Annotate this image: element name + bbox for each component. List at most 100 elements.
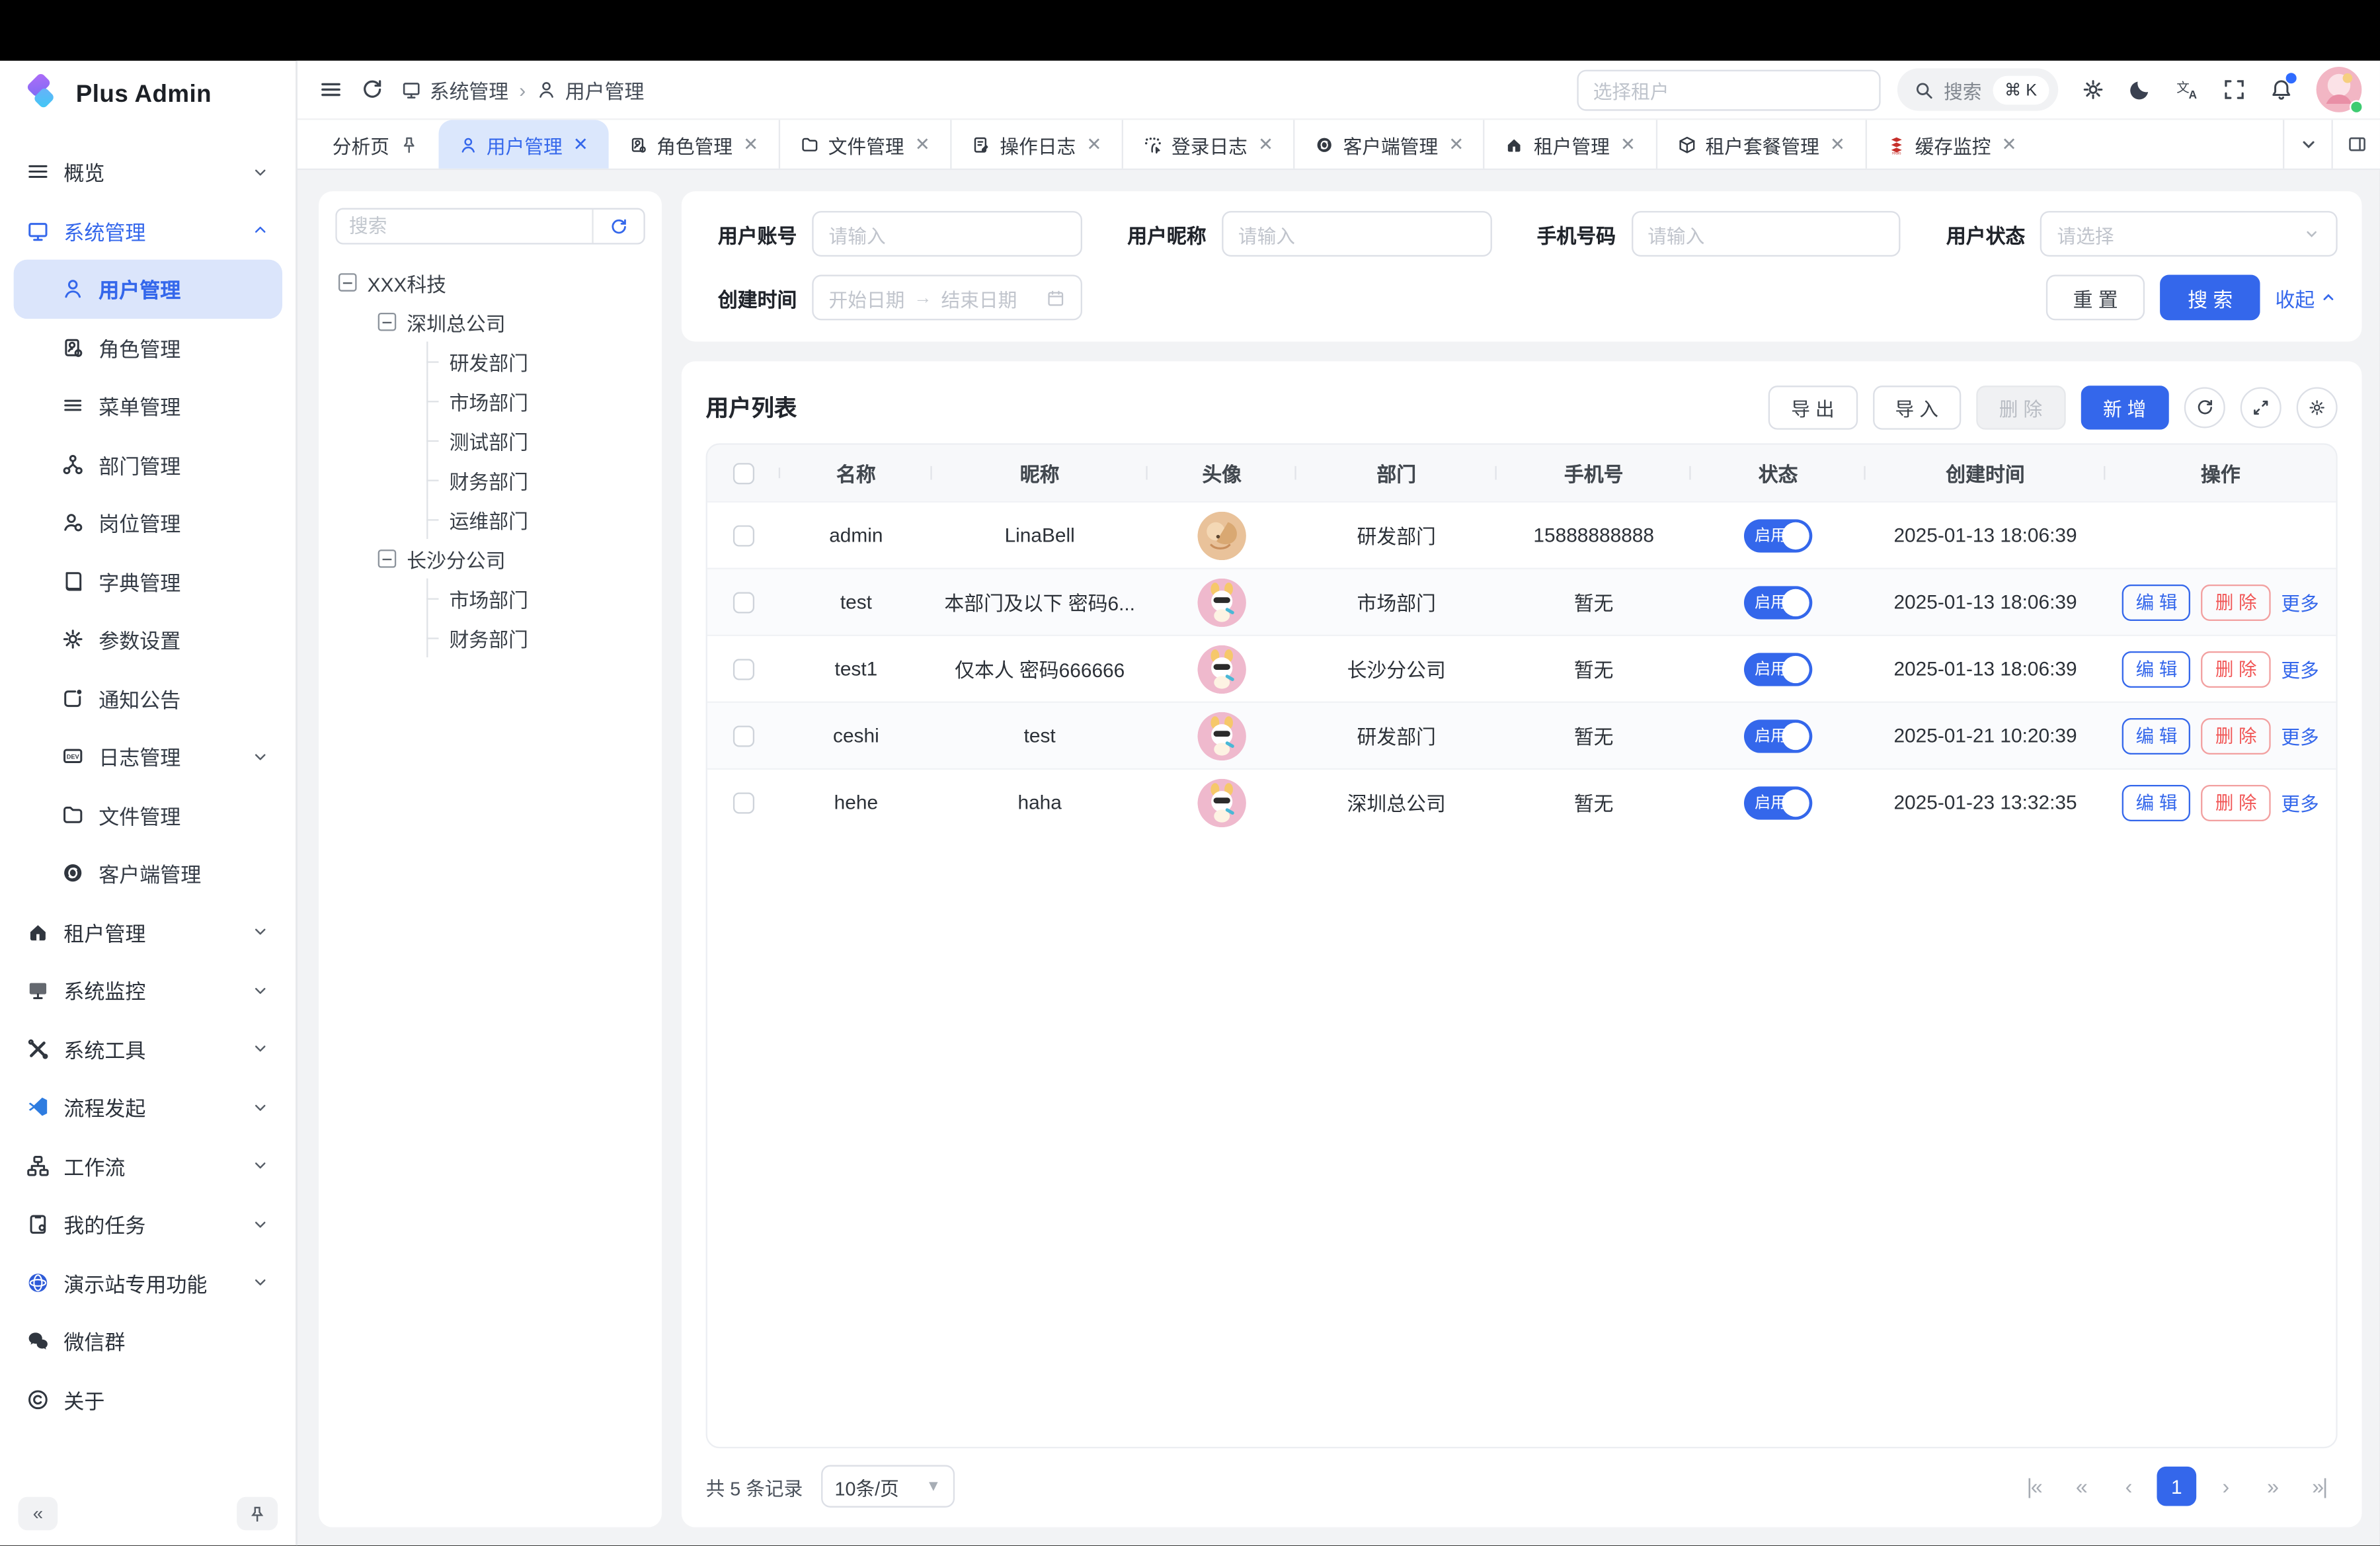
export-button[interactable]: 导 出 [1768, 385, 1857, 429]
tree-node-8[interactable]: 市场部门 [335, 579, 645, 618]
status-toggle[interactable]: 启用 [1744, 652, 1812, 686]
date-range-input[interactable]: 开始日期 → 结束日期 [812, 275, 1082, 321]
sidebar-item-9[interactable]: 通知公告 [14, 669, 282, 727]
tab-2[interactable]: 角色管理✕ [608, 120, 778, 168]
row-checkbox[interactable] [733, 792, 754, 813]
sidebar-item-13[interactable]: 租户管理 [14, 903, 282, 961]
user-avatar[interactable] [2317, 67, 2362, 112]
close-icon[interactable]: ✕ [1448, 134, 1464, 155]
search-button[interactable]: 搜 索 [2161, 275, 2260, 321]
page-nav-5[interactable]: » [2254, 1469, 2290, 1505]
tab-0[interactable]: 分析页 [313, 120, 438, 168]
sidebar-item-17[interactable]: 工作流 [14, 1136, 282, 1194]
tree-node-6[interactable]: 运维部门 [335, 499, 645, 539]
table-refresh-button[interactable] [2184, 386, 2225, 427]
sidebar-item-7[interactable]: 字典管理 [14, 552, 282, 610]
edit-button[interactable]: 编 辑 [2122, 784, 2191, 821]
close-icon[interactable]: ✕ [1620, 134, 1636, 155]
tenant-select[interactable]: 选择租户 [1576, 69, 1880, 110]
sidebar-item-4[interactable]: 菜单管理 [14, 376, 282, 434]
import-button[interactable]: 导 入 [1872, 385, 1961, 429]
sidebar-item-19[interactable]: 演示站专用功能 [14, 1253, 282, 1311]
pin-icon[interactable] [399, 134, 418, 154]
tree-expander-icon[interactable] [378, 549, 397, 568]
delete-button[interactable]: 删 除 [1976, 385, 2065, 429]
sidebar-pin-button[interactable] [237, 1497, 278, 1531]
reset-button[interactable]: 重 置 [2045, 275, 2145, 321]
table-fullscreen-button[interactable] [2241, 386, 2281, 427]
tree-expander-icon[interactable] [378, 313, 397, 331]
tree-node-7[interactable]: 长沙分公司 [335, 539, 645, 579]
tab-3[interactable]: 文件管理✕ [778, 120, 950, 168]
close-icon[interactable]: ✕ [1830, 134, 1845, 155]
account-input[interactable]: 请输入 [812, 211, 1082, 257]
sidebar-item-21[interactable]: 关于 [14, 1370, 282, 1428]
close-icon[interactable]: ✕ [1258, 134, 1273, 155]
edit-button[interactable]: 编 辑 [2122, 584, 2191, 620]
sidebar-item-0[interactable]: 概览 [14, 143, 282, 201]
sidebar-item-3[interactable]: 角色管理 [14, 318, 282, 376]
menu-collapse-icon[interactable] [319, 77, 343, 102]
page-nav-0[interactable]: |« [2016, 1469, 2052, 1505]
status-select[interactable]: 请选择 [2040, 211, 2337, 257]
tree-expander-icon[interactable] [338, 273, 357, 292]
tree-node-0[interactable]: XXX科技 [335, 263, 645, 302]
edit-button[interactable]: 编 辑 [2122, 717, 2191, 754]
tab-4[interactable]: 操作日志✕ [950, 120, 1122, 168]
delete-row-button[interactable]: 删 除 [2202, 651, 2270, 687]
phone-input[interactable]: 请输入 [1631, 211, 1901, 257]
select-all-checkbox[interactable] [733, 464, 754, 485]
global-search[interactable]: 搜索 ⌘ K [1897, 68, 2058, 110]
sidebar-item-6[interactable]: 岗位管理 [14, 493, 282, 551]
fullscreen-icon[interactable] [2222, 77, 2246, 102]
tab-6[interactable]: 客户端管理✕ [1293, 120, 1484, 168]
sidebar-collapse-button[interactable]: « [19, 1497, 58, 1531]
sidebar-item-15[interactable]: 系统工具 [14, 1020, 282, 1078]
page-number-current[interactable]: 1 [2157, 1467, 2196, 1507]
row-checkbox[interactable] [733, 658, 754, 679]
page-nav-1[interactable]: « [2063, 1469, 2099, 1505]
sidebar-item-1[interactable]: 系统管理 [14, 201, 282, 259]
close-icon[interactable]: ✕ [743, 134, 758, 155]
close-icon[interactable]: ✕ [1086, 134, 1101, 155]
status-toggle[interactable]: 启用 [1744, 786, 1812, 819]
delete-row-button[interactable]: 删 除 [2202, 717, 2270, 754]
tab-7[interactable]: 租户管理✕ [1484, 120, 1655, 168]
sidebar-item-16[interactable]: 流程发起 [14, 1078, 282, 1136]
breadcrumb-item-user[interactable]: 用户管理 [536, 75, 644, 104]
sidebar-item-5[interactable]: 部门管理 [14, 435, 282, 493]
page-size-select[interactable]: 10条/页 ▼ [821, 1465, 955, 1508]
row-checkbox[interactable] [733, 725, 754, 746]
delete-row-button[interactable]: 删 除 [2202, 784, 2270, 821]
refresh-icon[interactable] [360, 77, 384, 102]
sidebar-item-20[interactable]: 微信群 [14, 1312, 282, 1370]
tab-5[interactable]: 登录日志✕ [1121, 120, 1293, 168]
tab-8[interactable]: 租户套餐管理✕ [1655, 120, 1865, 168]
settings-gear-icon[interactable] [2081, 77, 2106, 102]
tree-node-9[interactable]: 财务部门 [335, 618, 645, 657]
tree-node-2[interactable]: 研发部门 [335, 342, 645, 382]
status-toggle[interactable]: 启用 [1744, 719, 1812, 753]
page-nav-4[interactable]: › [2207, 1469, 2243, 1505]
edit-button[interactable]: 编 辑 [2122, 651, 2191, 687]
sidebar-item-10[interactable]: DEV日志管理 [14, 727, 282, 786]
status-toggle[interactable]: 启用 [1744, 585, 1812, 619]
sidebar-item-12[interactable]: 客户端管理 [14, 844, 282, 903]
more-link[interactable]: 更多 [2281, 655, 2319, 684]
add-button[interactable]: 新 增 [2081, 385, 2169, 429]
tree-node-3[interactable]: 市场部门 [335, 381, 645, 421]
sidebar-item-18[interactable]: 我的任务 [14, 1195, 282, 1253]
tabs-layout-icon[interactable] [2332, 120, 2380, 168]
tabs-dropdown-icon[interactable] [2283, 120, 2331, 168]
sidebar-item-8[interactable]: 参数设置 [14, 610, 282, 669]
tab-1[interactable]: 用户管理✕ [438, 120, 608, 168]
tab-9[interactable]: redis缓存监控✕ [1865, 120, 2037, 168]
more-link[interactable]: 更多 [2281, 788, 2319, 817]
sidebar-item-14[interactable]: 系统监控 [14, 961, 282, 1019]
breadcrumb-item-system[interactable]: 系统管理 [401, 75, 508, 104]
tree-node-4[interactable]: 测试部门 [335, 421, 645, 460]
table-settings-button[interactable] [2297, 386, 2338, 427]
close-icon[interactable]: ✕ [915, 134, 930, 155]
sidebar-item-2[interactable]: 用户管理 [14, 260, 282, 318]
page-nav-6[interactable]: »| [2301, 1469, 2338, 1505]
